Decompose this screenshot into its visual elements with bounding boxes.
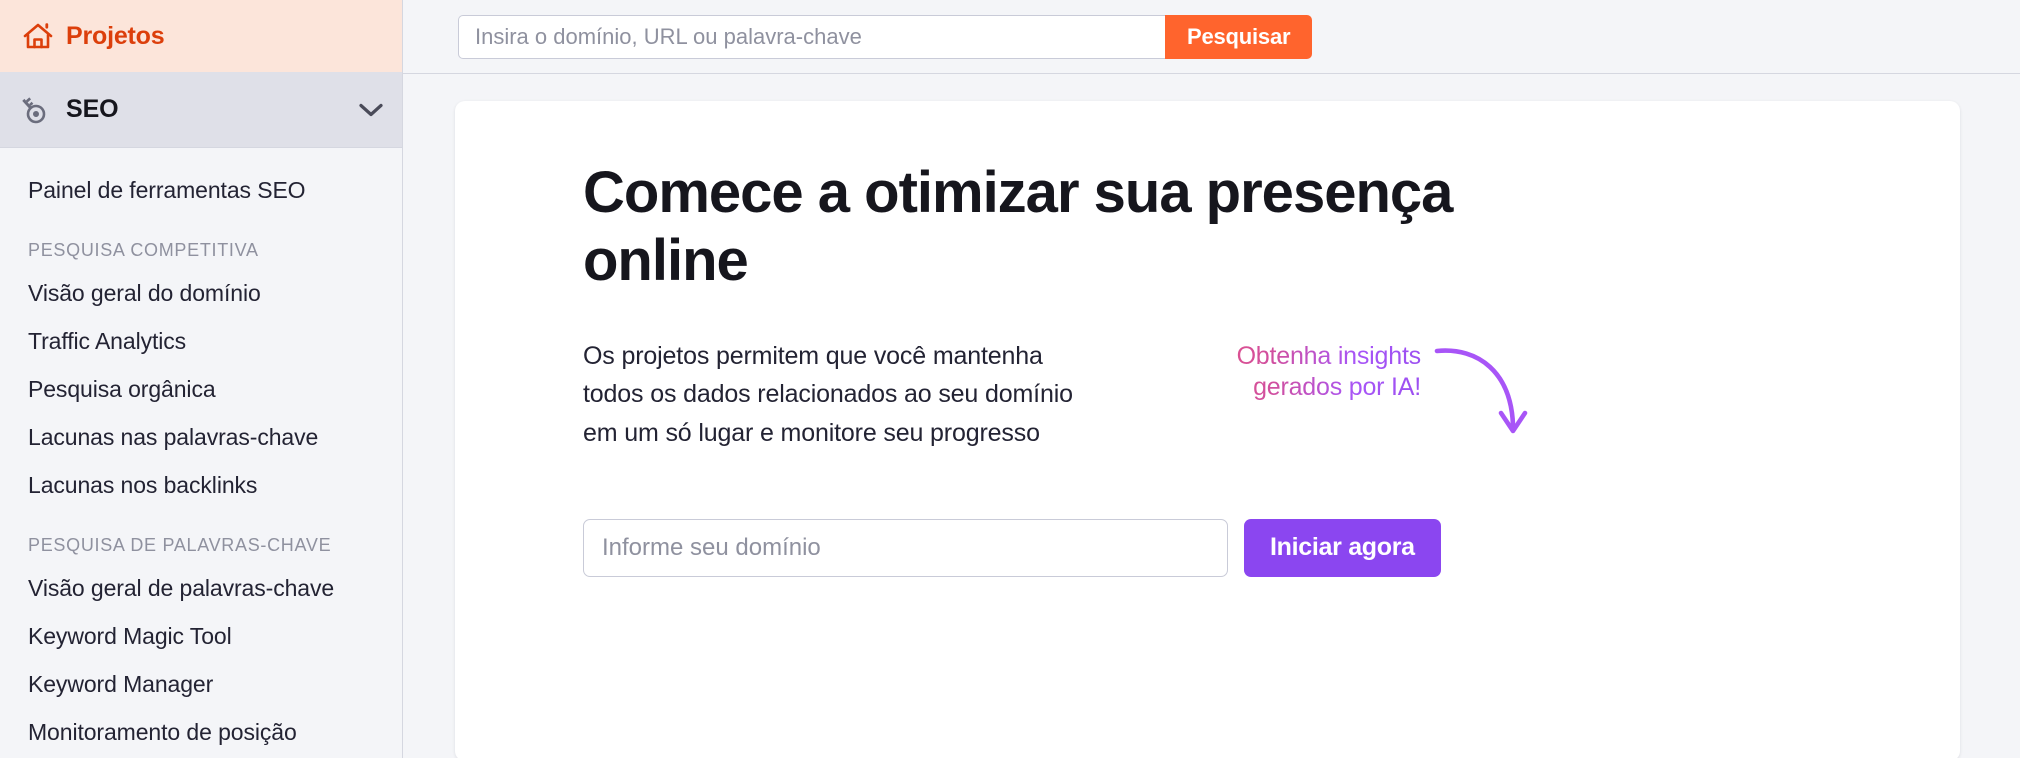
sidebar-item-keyword-magic-tool[interactable]: Keyword Magic Tool — [0, 612, 402, 660]
sidebar-item-label: Monitoramento de posição — [28, 718, 297, 745]
sidebar: Projetos SEO Painel de ferramentas SEO P… — [0, 0, 403, 758]
ai-annotation-line-2: gerados por IA! — [1185, 372, 1421, 403]
key-icon — [22, 94, 66, 126]
sidebar-item-projetos-label: Projetos — [66, 21, 165, 50]
chevron-down-icon[interactable] — [358, 102, 384, 118]
sidebar-item-label: Visão geral de palavras-chave — [28, 574, 335, 601]
sidebar-group-seo[interactable]: SEO — [0, 72, 402, 148]
sidebar-item-label: Lacunas nos backlinks — [28, 471, 258, 498]
sidebar-item-painel-de-ferramentas-seo[interactable]: Painel de ferramentas SEO — [0, 166, 402, 214]
home-icon — [22, 21, 66, 51]
sidebar-group-seo-label: SEO — [66, 95, 119, 123]
sidebar-item-label: Visão geral do domínio — [28, 279, 261, 306]
sidebar-item-lacunas-nas-palavras-chave[interactable]: Lacunas nas palavras-chave — [0, 413, 402, 461]
ai-annotation-line-1: Obtenha insights — [1185, 341, 1422, 372]
domain-form: Iniciar agora — [583, 518, 1960, 577]
ai-annotation: Obtenha insights gerados por IA! — [1185, 337, 1528, 453]
hero-description: Os projetos permitem que você mantenha t… — [583, 341, 1073, 448]
sidebar-item-lacunas-nos-backlinks[interactable]: Lacunas nos backlinks — [0, 461, 402, 509]
sidebar-item-label: Painel de ferramentas SEO — [28, 176, 306, 203]
sidebar-section-pesquisa-competitiva: PESQUISA COMPETITIVA — [28, 240, 259, 260]
search-input[interactable] — [458, 14, 1165, 59]
content-area: Comece a otimizar sua presença online Os… — [403, 74, 2020, 758]
sidebar-item-keyword-manager[interactable]: Keyword Manager — [0, 660, 402, 708]
sidebar-item-label: Traffic Analytics — [28, 327, 187, 354]
sidebar-item-traffic-analytics[interactable]: Traffic Analytics — [0, 317, 402, 365]
sidebar-item-label: Keyword Magic Tool — [28, 622, 232, 649]
sidebar-item-projetos[interactable]: Projetos — [0, 0, 402, 72]
domain-input[interactable] — [583, 518, 1228, 577]
page-title: Comece a otimizar sua presença online — [583, 160, 1453, 293]
sidebar-section-pesquisa-de-palavras-chave: PESQUISA DE PALAVRAS-CHAVE — [28, 535, 332, 555]
sidebar-item-monitoramento-de-posicao[interactable]: Monitoramento de posição — [0, 708, 402, 756]
curved-arrow-down-icon — [1433, 343, 1543, 456]
hero-body: Os projetos permitem que você mantenha t… — [583, 337, 1960, 453]
sidebar-nav: Painel de ferramentas SEO PESQUISA COMPE… — [0, 148, 402, 756]
topbar: Pesquisar — [403, 0, 2020, 74]
sidebar-item-label: Pesquisa orgânica — [28, 375, 216, 402]
search-button[interactable]: Pesquisar — [1165, 14, 1313, 59]
sidebar-item-visao-geral-do-dominio[interactable]: Visão geral do domínio — [0, 269, 402, 317]
sidebar-item-pesquisa-organica[interactable]: Pesquisa orgânica — [0, 365, 402, 413]
sidebar-item-visao-geral-de-palavras-chave[interactable]: Visão geral de palavras-chave — [0, 564, 402, 612]
app-root: Projetos SEO Painel de ferramentas SEO P… — [0, 0, 2020, 758]
start-now-button[interactable]: Iniciar agora — [1244, 518, 1441, 577]
onboarding-card: Comece a otimizar sua presença online Os… — [455, 101, 1960, 758]
main-area: Pesquisar Comece a otimizar sua presença… — [403, 0, 2020, 758]
sidebar-item-label: Lacunas nas palavras-chave — [28, 423, 319, 450]
sidebar-item-label: Keyword Manager — [28, 670, 214, 697]
